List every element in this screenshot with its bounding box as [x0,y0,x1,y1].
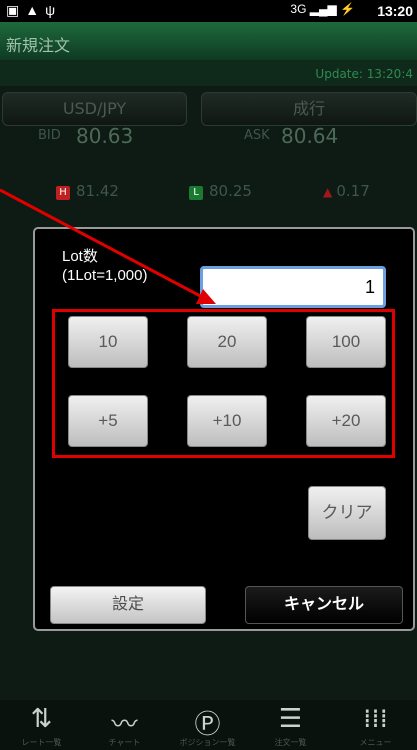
position-icon: Ⓟ [194,710,221,740]
phone-screen: ▣▲ψ 3G ▂▄▆ ⚡ 13:20 新規注文 Update: 13:20:4 … [0,0,417,750]
low-badge: L [189,186,203,200]
rate-list-icon: ⇅ [30,704,53,734]
clear-button[interactable]: クリア [308,486,386,540]
nav-position[interactable]: Ⓟ ポジション一覧 [166,700,249,750]
low-row: L 80.25 [189,182,252,200]
ask-value: 80.64 [281,124,339,148]
ask-label: ASK [244,128,270,143]
nav-menu[interactable]: ⁞⁞⁞ メニュー [334,700,417,750]
change-value: 0.17 [336,182,370,200]
nav-rate-list[interactable]: ⇅ レート一覧 [0,700,83,750]
bid-value: 80.63 [76,124,134,148]
high-value: 81.42 [76,182,119,200]
chart-icon: 〰 [111,710,138,740]
nav-label: メニュー [359,738,392,747]
nav-label: チャート [108,738,141,747]
nav-label: ポジション一覧 [179,738,236,747]
page-title: 新規注文 [6,36,71,55]
lot-plus20-button[interactable]: +20 [306,395,386,447]
change-row: ▲ 0.17 [323,182,370,200]
lot-label: Lot数 (1Lot=1,000) [62,247,147,285]
order-list-icon: ☰ [278,704,303,734]
network-type: 3G [290,2,307,16]
update-bar: Update: 13:20:4 [0,60,417,86]
lot-dialog: Lot数 (1Lot=1,000) 1 10 20 100 +5 +10 +20… [33,227,415,631]
quote-panel: BID 80.63 ASK 80.64 H 81.42 L 80.25 ▲ 0.17 [0,124,417,218]
cancel-button[interactable]: キャンセル [245,586,403,624]
usb-icon: ψ [45,2,62,18]
lot-plus10-button[interactable]: +10 [187,395,267,447]
status-icons: ▣▲ψ [6,2,61,19]
lot-plus5-button[interactable]: +5 [68,395,148,447]
order-type-select[interactable]: 成行 [201,92,417,126]
currency-pair-select[interactable]: USD/JPY [2,92,187,126]
up-triangle-icon: ▲ [323,185,333,199]
nav-order-list[interactable]: ☰ 注文一覧 [249,700,332,750]
warning-icon: ▲ [25,2,46,18]
lot-label-line1: Lot数 [62,248,98,265]
order-type-value: 成行 [292,99,325,118]
low-value: 80.25 [209,182,252,200]
high-row: H 81.42 [56,182,119,200]
lot-10-button[interactable]: 10 [68,316,148,368]
menu-icon: ⁞⁞⁞ [363,704,388,734]
set-button[interactable]: 設定 [50,586,206,624]
lot-input[interactable]: 1 [200,266,386,308]
lot-100-button[interactable]: 100 [306,316,386,368]
status-bar: ▣▲ψ 3G ▂▄▆ ⚡ 13:20 [0,0,417,22]
screenshot-icon: ▣ [6,2,26,18]
high-badge: H [56,186,70,200]
bid-label: BID [38,128,61,143]
nav-label: レート一覧 [21,738,62,747]
signal-icon: 3G ▂▄▆ ⚡ [290,2,355,16]
title-bar: 新規注文 [0,22,417,60]
currency-pair-value: USD/JPY [62,99,127,118]
lot-label-line2: (1Lot=1,000) [62,267,148,284]
lot-20-button[interactable]: 20 [187,316,267,368]
bottom-navigation: ⇅ レート一覧 〰 チャート Ⓟ ポジション一覧 ☰ 注文一覧 ⁞⁞⁞ メニュー [0,700,417,750]
status-time: 13:20 [377,3,413,19]
nav-label: 注文一覧 [274,738,307,747]
update-time: Update: 13:20:4 [315,67,413,81]
nav-chart[interactable]: 〰 チャート [83,700,166,750]
